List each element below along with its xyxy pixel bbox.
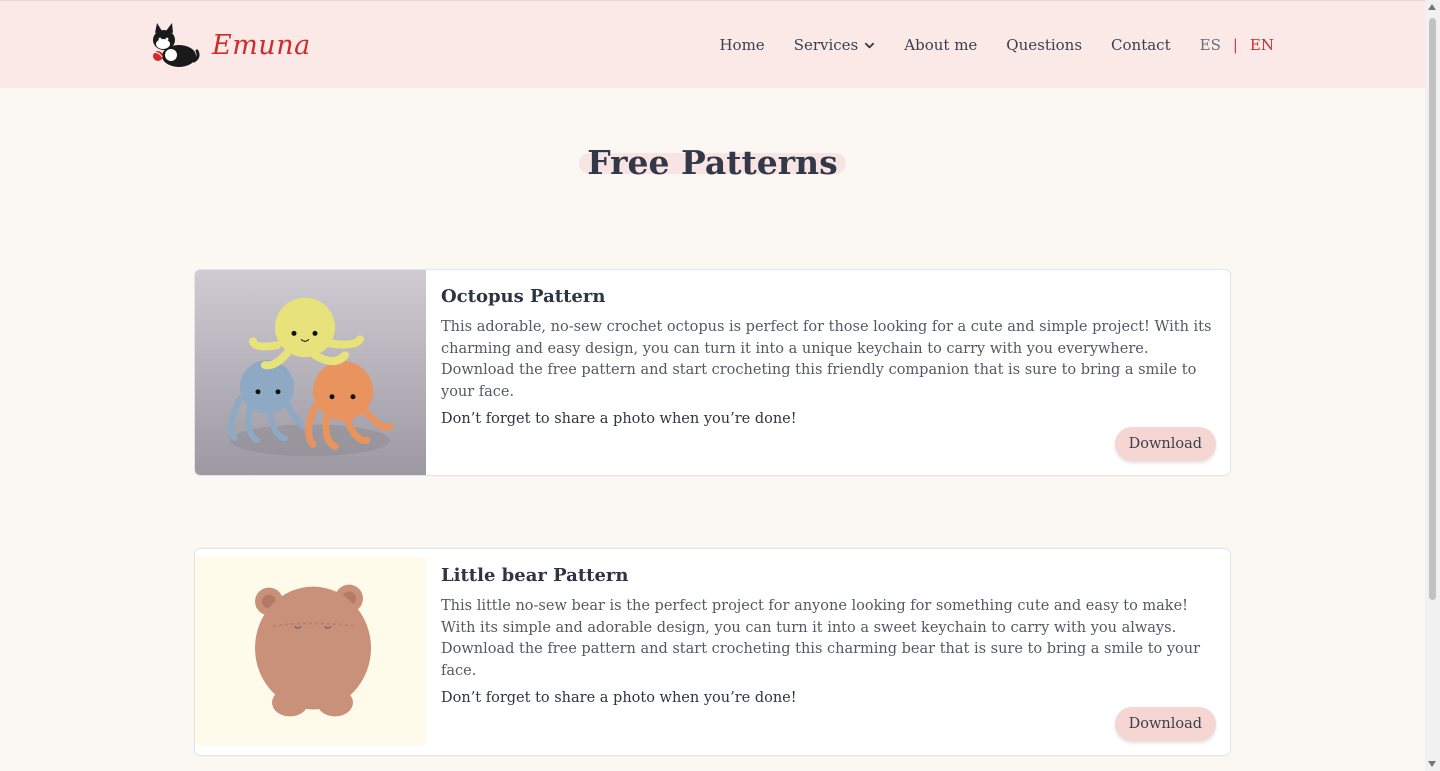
lang-en[interactable]: EN: [1250, 36, 1274, 54]
card-note: Don’t forget to share a photo when you’r…: [441, 411, 797, 427]
lang-separator: |: [1232, 36, 1238, 54]
nav-services-label: Services: [793, 36, 859, 54]
vertical-scrollbar[interactable]: [1425, 0, 1440, 771]
page-title-wrap: Free Patterns: [0, 143, 1425, 182]
bear-photo: [195, 549, 426, 755]
nav-contact[interactable]: Contact: [1111, 36, 1171, 54]
card-body: Octopus Pattern This adorable, no-sew cr…: [441, 286, 1216, 427]
card-title: Octopus Pattern: [441, 286, 606, 307]
card-description: This adorable, no-sew crochet octopus is…: [441, 319, 1212, 400]
chevron-down-icon: [865, 42, 875, 48]
nav-services[interactable]: Services: [794, 36, 876, 54]
brand-name: Emuna: [212, 29, 311, 61]
pattern-card: Little bear Pattern This little no-sew b…: [194, 548, 1231, 756]
main-nav: Home Services About me Questions Contact…: [719, 36, 1274, 54]
scroll-up-arrow-icon[interactable]: [1428, 4, 1436, 10]
lang-es[interactable]: ES: [1200, 36, 1221, 54]
page-title: Free Patterns: [579, 143, 847, 182]
nav-home[interactable]: Home: [719, 36, 764, 54]
nav-about[interactable]: About me: [904, 36, 977, 54]
download-button[interactable]: Download: [1114, 707, 1216, 741]
site-header: Emuna Home Services About me Questions C…: [0, 0, 1425, 88]
card-description: This little no-sew bear is the perfect p…: [441, 598, 1201, 679]
pattern-card: Octopus Pattern This adorable, no-sew cr…: [194, 269, 1231, 476]
scroll-thumb[interactable]: [1429, 18, 1436, 600]
nav-questions[interactable]: Questions: [1006, 36, 1082, 54]
scroll-down-arrow-icon[interactable]: [1428, 761, 1436, 767]
download-button[interactable]: Download: [1114, 427, 1216, 461]
language-switcher: ES | EN: [1200, 36, 1274, 54]
card-body: Little bear Pattern This little no-sew b…: [441, 565, 1216, 706]
octopus-photo: [195, 270, 426, 475]
logo[interactable]: Emuna: [150, 21, 311, 69]
cat-logo-icon: [152, 23, 200, 67]
card-note: Don’t forget to share a photo when you’r…: [441, 690, 797, 706]
card-title: Little bear Pattern: [441, 565, 629, 586]
